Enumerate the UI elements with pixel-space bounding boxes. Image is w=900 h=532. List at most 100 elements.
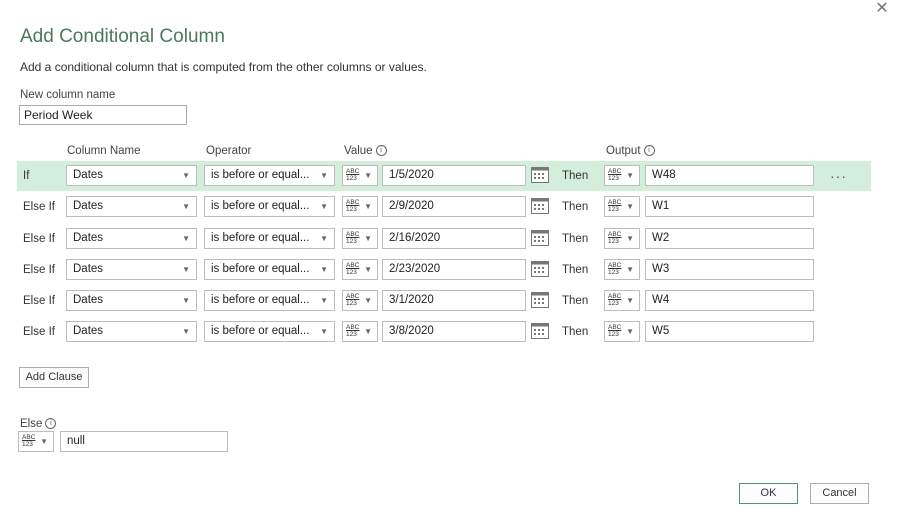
condition-row[interactable]: If Dates ▼ is before or equal... ▼ ABC 123 ▼ 1/5… [17,161,871,191]
chevron-down-icon: ▼ [182,265,190,274]
add-clause-button[interactable]: Add Clause [19,367,89,388]
condition-row[interactable]: Else If Dates ▼ is before or equal... ▼ ABC 12… [17,192,871,222]
column-name-dropdown[interactable]: Dates ▼ [66,321,197,342]
abc-123-type-icon: ABC 123 [346,293,360,307]
abc-123-type-icon: ABC 123 [608,199,622,213]
row-label: Else If [23,295,55,307]
else-type-button[interactable]: ABC 123 ▼ [18,431,54,452]
calendar-icon[interactable] [531,261,549,277]
operator-dropdown[interactable]: is before or equal... ▼ [204,196,335,217]
chevron-down-icon: ▼ [626,234,634,243]
chevron-down-icon: ▼ [40,437,48,446]
calendar-icon[interactable] [531,323,549,339]
value-type-button[interactable]: ABC 123 ▼ [342,196,378,217]
condition-row[interactable]: Else If Dates ▼ is before or equal... ▼ ABC 12… [17,286,871,316]
row-label: Else If [23,326,55,338]
output-type-button[interactable]: ABC 123 ▼ [604,165,640,186]
else-value-input[interactable]: null [60,431,228,452]
header-output: Output i [606,145,655,157]
operator-dropdown[interactable]: is before or equal... ▼ [204,228,335,249]
output-input[interactable]: W5 [645,321,814,342]
ok-button[interactable]: OK [739,483,798,504]
value-type-button[interactable]: ABC 123 ▼ [342,321,378,342]
operator-dropdown[interactable]: is before or equal... ▼ [204,321,335,342]
output-input[interactable]: W2 [645,228,814,249]
condition-row[interactable]: Else If Dates ▼ is before or equal... ▼ ABC 12… [17,317,871,347]
more-options-icon[interactable]: ··· [830,161,847,191]
dialog-title: Add Conditional Column [20,26,225,47]
output-input[interactable]: W48 [645,165,814,186]
value-input[interactable]: 3/1/2020 [382,290,526,311]
column-name-dropdown[interactable]: Dates ▼ [66,290,197,311]
column-name-dropdown[interactable]: Dates ▼ [66,228,197,249]
chevron-down-icon: ▼ [626,327,634,336]
value-input[interactable]: 3/8/2020 [382,321,526,342]
output-input[interactable]: W4 [645,290,814,311]
abc-123-type-icon: ABC 123 [608,324,622,338]
info-icon: i [375,145,387,157]
chevron-down-icon: ▼ [182,327,190,336]
row-label: Else If [23,201,55,213]
calendar-icon[interactable] [531,230,549,246]
header-value: Value i [344,145,387,157]
value-type-button[interactable]: ABC 123 ▼ [342,228,378,249]
value-input[interactable]: 2/16/2020 [382,228,526,249]
output-type-button[interactable]: ABC 123 ▼ [604,196,640,217]
chevron-down-icon: ▼ [364,234,372,243]
output-type-button[interactable]: ABC 123 ▼ [604,321,640,342]
column-name-value: Dates [73,232,104,244]
value-type-button[interactable]: ABC 123 ▼ [342,290,378,311]
output-input[interactable]: W3 [645,259,814,280]
info-icon: i [643,145,655,157]
value-input[interactable]: 2/9/2020 [382,196,526,217]
output-type-button[interactable]: ABC 123 ▼ [604,228,640,249]
abc-123-type-icon: ABC 123 [346,231,360,245]
chevron-down-icon: ▼ [320,327,328,336]
calendar-icon[interactable] [531,198,549,214]
operator-value: is before or equal... [211,294,310,306]
operator-value: is before or equal... [211,325,310,337]
column-name-value: Dates [73,200,104,212]
output-type-button[interactable]: ABC 123 ▼ [604,259,640,280]
column-name-dropdown[interactable]: Dates ▼ [66,165,197,186]
close-icon[interactable]: ✕ [873,0,891,18]
calendar-icon[interactable] [531,167,549,183]
chevron-down-icon: ▼ [182,171,190,180]
chevron-down-icon: ▼ [364,202,372,211]
header-operator: Operator [206,145,252,157]
value-input[interactable]: 2/23/2020 [382,259,526,280]
column-name-dropdown[interactable]: Dates ▼ [66,259,197,280]
column-name-value: Dates [73,294,104,306]
value-input[interactable]: 1/5/2020 [382,165,526,186]
value-type-button[interactable]: ABC 123 ▼ [342,259,378,280]
operator-dropdown[interactable]: is before or equal... ▼ [204,259,335,280]
chevron-down-icon: ▼ [182,202,190,211]
abc-123-type-icon: ABC 123 [608,293,622,307]
chevron-down-icon: ▼ [320,265,328,274]
chevron-down-icon: ▼ [320,234,328,243]
abc-123-type-icon: ABC 123 [346,199,360,213]
calendar-icon[interactable] [531,292,549,308]
chevron-down-icon: ▼ [320,202,328,211]
output-type-button[interactable]: ABC 123 ▼ [604,290,640,311]
abc-123-type-icon: ABC 123 [346,168,360,182]
column-name-dropdown[interactable]: Dates ▼ [66,196,197,217]
abc-123-type-icon: ABC 123 [22,434,36,448]
header-value-label: Value [344,145,373,157]
condition-row[interactable]: Else If Dates ▼ is before or equal... ▼ ABC 12… [17,255,871,285]
operator-dropdown[interactable]: is before or equal... ▼ [204,165,335,186]
abc-123-type-icon: ABC 123 [346,324,360,338]
value-type-button[interactable]: ABC 123 ▼ [342,165,378,186]
chevron-down-icon: ▼ [364,171,372,180]
cancel-button[interactable]: Cancel [810,483,869,504]
chevron-down-icon: ▼ [364,265,372,274]
chevron-down-icon: ▼ [320,296,328,305]
operator-dropdown[interactable]: is before or equal... ▼ [204,290,335,311]
abc-123-type-icon: ABC 123 [346,262,360,276]
row-label: Else If [23,233,55,245]
column-name-value: Dates [73,263,104,275]
condition-row[interactable]: Else If Dates ▼ is before or equal... ▼ ABC 12… [17,224,871,254]
output-input[interactable]: W1 [645,196,814,217]
dialog-description: Add a conditional column that is compute… [20,60,427,74]
new-column-name-input[interactable]: Period Week [19,105,187,125]
